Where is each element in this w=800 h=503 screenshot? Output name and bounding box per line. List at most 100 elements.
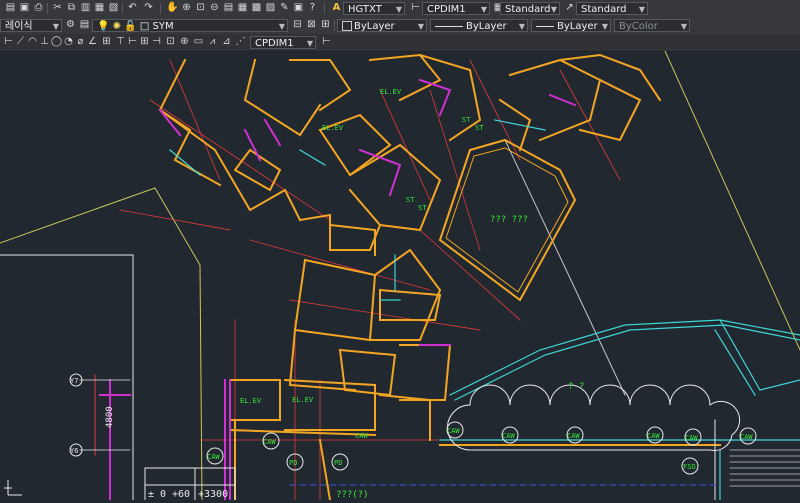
separator	[334, 20, 335, 31]
elevation-60: +60	[172, 489, 190, 500]
jogged-linear-icon[interactable]: ⩘	[206, 36, 219, 48]
layer-lock-icon: 🔓	[124, 21, 137, 32]
layer-on-icon: 💡	[97, 21, 110, 32]
drawing-canvas[interactable]: ??? ??? ? ? ???(?) CAW CAW CAW CAW CAW C…	[0, 50, 800, 502]
mleader-style-icon[interactable]: ↗	[563, 2, 576, 14]
tag-caw-7: CAW	[685, 434, 698, 442]
dim-break-icon[interactable]: ⊣	[150, 36, 163, 48]
paste-icon[interactable]: ▥	[79, 2, 92, 14]
room-label-small: ? ?	[568, 382, 584, 392]
block-icon[interactable]: ▧	[107, 2, 120, 14]
zoom-realtime-icon[interactable]: ⊕	[180, 2, 193, 14]
design-center-icon[interactable]: ▦	[236, 2, 249, 14]
grid-marker-y7: Y7	[70, 377, 78, 385]
mleader-style-select[interactable]: Standard ▼	[576, 2, 648, 15]
dim-style-select[interactable]: CPDIM1 ▼	[422, 2, 490, 15]
calculator-icon[interactable]: ▣	[292, 2, 305, 14]
elev-label-1: EL.EV	[380, 88, 402, 96]
elev-label-2: EL.EV	[322, 124, 344, 132]
dim-style-manager-icon[interactable]: ⊢	[320, 36, 333, 48]
open-icon[interactable]: ▤	[4, 2, 17, 14]
tag-caw-5: CAW	[567, 432, 580, 440]
lineweight-select[interactable]: ByLayer ▼	[531, 19, 611, 32]
walls-upper-left	[158, 58, 352, 222]
quick-dim-icon[interactable]: ⊞	[100, 36, 113, 48]
zoom-window-icon[interactable]: ⊡	[194, 2, 207, 14]
copy-icon[interactable]: ⧉	[65, 2, 78, 14]
site-boundary-line-right	[664, 50, 800, 351]
color-select[interactable]: ByLayer ▼	[337, 19, 427, 32]
angular-dim-icon[interactable]: ∠	[86, 36, 99, 48]
separator	[160, 3, 161, 14]
dim-text-edit-icon[interactable]: ⋰	[234, 36, 247, 48]
toolbar-layers: 레이식 ▼ ⚙ ▤ 💡 ✺ 🔓 □ SYM ▼ ⊟ ⊠ ⊞ ByLayer ▼ ByL…	[0, 17, 800, 35]
outline-left	[0, 254, 134, 501]
table-style-select[interactable]: Standard ▼	[500, 2, 560, 15]
tag-caw-1: CAW	[207, 453, 220, 461]
center-mark-icon[interactable]: ⊕	[178, 36, 191, 48]
elevation-zero: ± 0	[148, 489, 166, 500]
tag-pd-2: PD	[289, 459, 297, 467]
dimension-text: 4800	[105, 406, 115, 428]
separator	[122, 3, 123, 14]
walls-middle	[298, 53, 482, 251]
tag-caw-2: CAW	[263, 438, 276, 446]
tag-caw-3: CAW	[447, 427, 460, 435]
tolerance-icon[interactable]: ⊡	[164, 36, 177, 48]
tag-caw-8: CAW	[740, 433, 753, 441]
dim-style-select-2[interactable]: CPDIM1 ▼	[250, 36, 316, 49]
redo-icon[interactable]: ↷	[142, 2, 155, 14]
linetype-sample-icon	[435, 25, 463, 27]
layer-states-icon[interactable]: ⊞	[319, 19, 332, 31]
elevation-3300: +3300	[198, 489, 228, 500]
sheet-set-icon[interactable]: ▨	[264, 2, 277, 14]
text-style-icon[interactable]: A	[330, 2, 343, 14]
layer-select[interactable]: 💡 ✺ 🔓 □ SYM ▼	[92, 19, 288, 32]
linetype-select[interactable]: ByLayer ▼	[430, 19, 528, 32]
undo-icon[interactable]: ↶	[126, 2, 139, 14]
elev-label-4: EL.EV	[292, 396, 314, 404]
tag-pd-1: PD	[334, 459, 342, 467]
properties-icon[interactable]: ▤	[222, 2, 235, 14]
plotstyle-select[interactable]: ByColor ▼	[614, 19, 690, 32]
stair-hatch	[729, 449, 800, 487]
text-style-select[interactable]: HGTXT ▼	[343, 2, 405, 15]
save-icon[interactable]: ▣	[18, 2, 31, 14]
pan-icon[interactable]: ✋	[166, 2, 179, 14]
st-label-3: ST	[406, 196, 415, 204]
site-boundary-line	[0, 187, 203, 501]
print-icon[interactable]: ⎙	[32, 2, 45, 14]
tool-palettes-icon[interactable]: ▩	[250, 2, 263, 14]
walls-upper-right	[498, 53, 662, 152]
separator	[47, 3, 48, 14]
help-icon[interactable]: ?	[306, 2, 319, 14]
layer-properties-icon[interactable]: ▤	[78, 19, 91, 31]
tag-caw-6: CAW	[647, 432, 660, 440]
zoom-previous-icon[interactable]: ⊖	[208, 2, 221, 14]
color-swatch-icon	[342, 21, 352, 31]
floor-plan-drawing: ??? ??? ? ? ???(?) CAW CAW CAW CAW CAW C…	[0, 50, 800, 502]
dim-edit-icon[interactable]: ⊿	[220, 36, 233, 48]
st-label-2: ST	[475, 124, 484, 132]
toolbar-standard: ▤ ▣ ⎙ ✂ ⧉ ▥ ▦ ▧ ↶ ↷ ✋ ⊕ ⊡ ⊖ ▤ ▦ ▩ ▨ ✎ ▣ …	[0, 0, 800, 18]
workspace-select[interactable]: 레이식 ▼	[0, 19, 62, 32]
inspection-icon[interactable]: ▭	[192, 36, 205, 48]
tag-caw-4: CAW	[502, 432, 515, 440]
layer-freeze-icon: ✺	[112, 21, 122, 32]
room-label-large: ??? ???	[490, 215, 528, 225]
layer-color-swatch: □	[139, 21, 150, 32]
markup-icon[interactable]: ✎	[278, 2, 291, 14]
ucs-icon	[4, 480, 22, 496]
separator	[324, 3, 325, 14]
match-properties-icon[interactable]: ▦	[93, 2, 106, 14]
lineweight-sample-icon	[536, 25, 554, 27]
st-label-4: ST	[418, 204, 427, 212]
grid-marker-y6: Y6	[70, 447, 78, 455]
dim-style-icon[interactable]: ⊢	[409, 2, 422, 14]
st-label-1: ST	[462, 116, 471, 124]
make-current-layer-icon[interactable]: ⊟	[291, 19, 304, 31]
tag-caw-9: CAW	[355, 432, 368, 440]
cut-icon[interactable]: ✂	[51, 2, 64, 14]
layer-previous-icon[interactable]: ⊠	[305, 19, 318, 31]
settings-icon[interactable]: ⚙	[64, 19, 77, 31]
